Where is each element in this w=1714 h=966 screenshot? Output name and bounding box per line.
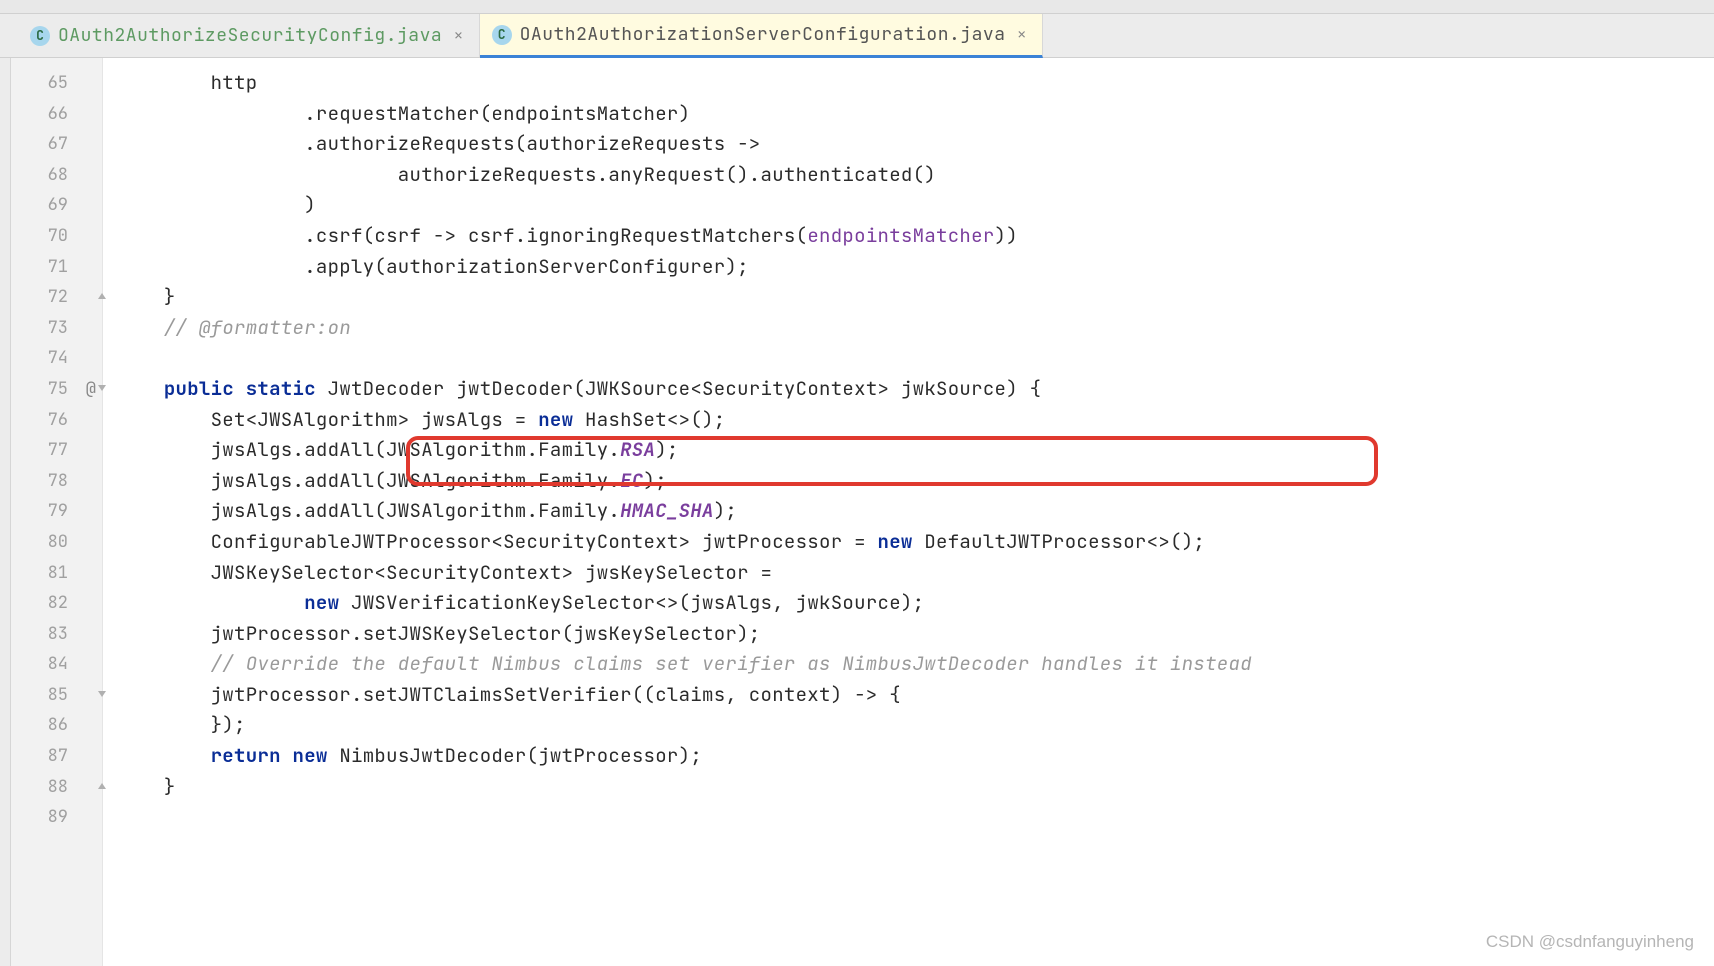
- line-number[interactable]: 70: [11, 221, 102, 252]
- editor-area: 6566676869707172737475@76777879808182838…: [0, 58, 1714, 966]
- code-line[interactable]: .csrf(csrf -> csrf.ignoringRequestMatche…: [117, 221, 1714, 252]
- code-line[interactable]: http: [117, 68, 1714, 99]
- fold-open-icon[interactable]: [96, 382, 110, 396]
- watermark: CSDN @csdnfanguyinheng: [1486, 932, 1694, 952]
- line-number[interactable]: 88: [11, 772, 102, 803]
- code-line[interactable]: jwsAlgs.addAll(JWSAlgorithm.Family.EC);: [117, 466, 1714, 497]
- close-icon[interactable]: ✕: [1014, 26, 1030, 44]
- gutter-annotation-icon[interactable]: @: [86, 374, 96, 405]
- line-number[interactable]: 74: [11, 343, 102, 374]
- code-line[interactable]: ): [117, 190, 1714, 221]
- tab-label: OAuth2AuthorizeSecurityConfig.java: [58, 24, 442, 47]
- class-icon: C: [492, 25, 512, 45]
- code-line[interactable]: return new NimbusJwtDecoder(jwtProcessor…: [117, 741, 1714, 772]
- fold-open-icon[interactable]: [96, 688, 110, 702]
- code-line[interactable]: // Override the default Nimbus claims se…: [117, 649, 1714, 680]
- line-number[interactable]: 79: [11, 496, 102, 527]
- code-line[interactable]: JWSKeySelector<SecurityContext> jwsKeySe…: [117, 558, 1714, 589]
- line-number[interactable]: 86: [11, 710, 102, 741]
- code-line[interactable]: authorizeRequests.anyRequest().authentic…: [117, 160, 1714, 191]
- code-line[interactable]: new JWSVerificationKeySelector<>(jwsAlgs…: [117, 588, 1714, 619]
- tab-file-1[interactable]: C OAuth2AuthorizeSecurityConfig.java ✕: [18, 14, 480, 57]
- line-number[interactable]: 81: [11, 558, 102, 589]
- line-number[interactable]: 69: [11, 190, 102, 221]
- line-number[interactable]: 67: [11, 129, 102, 160]
- line-number[interactable]: 89: [11, 802, 102, 833]
- line-number[interactable]: 75@: [11, 374, 102, 405]
- left-margin: [0, 58, 11, 966]
- code-editor[interactable]: http .requestMatcher(endpointsMatcher) .…: [103, 58, 1714, 966]
- line-number[interactable]: 71: [11, 252, 102, 283]
- line-number[interactable]: 68: [11, 160, 102, 191]
- editor-tabs: C OAuth2AuthorizeSecurityConfig.java ✕ C…: [0, 14, 1714, 58]
- line-number[interactable]: 65: [11, 68, 102, 99]
- code-line[interactable]: // @formatter:on: [117, 313, 1714, 344]
- code-line[interactable]: ConfigurableJWTProcessor<SecurityContext…: [117, 527, 1714, 558]
- code-line[interactable]: .authorizeRequests(authorizeRequests ->: [117, 129, 1714, 160]
- code-line[interactable]: .requestMatcher(endpointsMatcher): [117, 99, 1714, 130]
- line-number[interactable]: 76: [11, 405, 102, 436]
- toolbar-placeholder: [0, 0, 1714, 14]
- code-line[interactable]: .apply(authorizationServerConfigurer);: [117, 252, 1714, 283]
- tab-file-2[interactable]: C OAuth2AuthorizationServerConfiguration…: [480, 14, 1043, 58]
- code-line[interactable]: [117, 343, 1714, 374]
- fold-close-icon[interactable]: [96, 780, 110, 794]
- code-line[interactable]: jwsAlgs.addAll(JWSAlgorithm.Family.RSA);: [117, 435, 1714, 466]
- line-number[interactable]: 66: [11, 99, 102, 130]
- code-line[interactable]: public static JwtDecoder jwtDecoder(JWKS…: [117, 374, 1714, 405]
- code-line[interactable]: jwtProcessor.setJWSKeySelector(jwsKeySel…: [117, 619, 1714, 650]
- line-number[interactable]: 80: [11, 527, 102, 558]
- close-icon[interactable]: ✕: [450, 27, 466, 45]
- class-icon: C: [30, 26, 50, 46]
- code-line[interactable]: });: [117, 710, 1714, 741]
- line-number[interactable]: 78: [11, 466, 102, 497]
- code-line[interactable]: }: [117, 772, 1714, 803]
- line-number[interactable]: 83: [11, 619, 102, 650]
- line-number[interactable]: 87: [11, 741, 102, 772]
- line-number[interactable]: 73: [11, 313, 102, 344]
- code-line[interactable]: Set<JWSAlgorithm> jwsAlgs = new HashSet<…: [117, 405, 1714, 436]
- line-number[interactable]: 82: [11, 588, 102, 619]
- fold-close-icon[interactable]: [96, 290, 110, 304]
- code-line[interactable]: jwsAlgs.addAll(JWSAlgorithm.Family.HMAC_…: [117, 496, 1714, 527]
- line-number[interactable]: 72: [11, 282, 102, 313]
- code-line[interactable]: }: [117, 282, 1714, 313]
- tab-label: OAuth2AuthorizationServerConfiguration.j…: [520, 23, 1006, 46]
- line-number[interactable]: 85: [11, 680, 102, 711]
- line-number[interactable]: 84: [11, 649, 102, 680]
- line-number[interactable]: 77: [11, 435, 102, 466]
- code-line[interactable]: jwtProcessor.setJWTClaimsSetVerifier((cl…: [117, 680, 1714, 711]
- code-line[interactable]: [117, 802, 1714, 833]
- line-number-gutter[interactable]: 6566676869707172737475@76777879808182838…: [11, 58, 103, 966]
